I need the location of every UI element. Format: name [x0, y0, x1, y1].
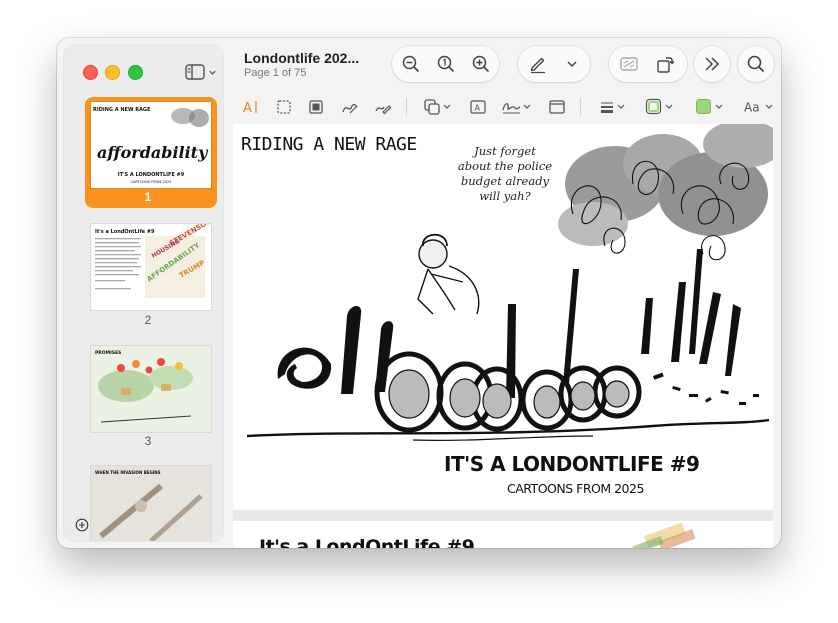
zoom-out-button[interactable] [401, 54, 421, 74]
thumbnail-image: PROMISES [91, 346, 211, 432]
sidebar-icon [185, 64, 205, 80]
cartoon-caption-title: IT'S A LONDONTLIFE #9 [444, 452, 700, 476]
preview-window: RIDING A NEW RAGE affordability IT'S A L… [57, 38, 781, 548]
svg-text:RIDING A NEW RAGE: RIDING A NEW RAGE [93, 107, 151, 113]
line-style-icon [601, 102, 625, 113]
plus-circle-icon [75, 518, 89, 532]
search-button[interactable] [746, 54, 766, 74]
toolbar-divider [406, 98, 407, 116]
redact-button [619, 54, 639, 74]
speech-line: will yah? [479, 189, 531, 203]
zoom-in-icon [472, 55, 490, 73]
svg-text:CARTOONS FROM 2025: CARTOONS FROM 2025 [131, 180, 172, 184]
speech-line: about the police [457, 159, 553, 173]
speech-bubble: Just forget about the police budget alre… [445, 144, 565, 204]
note-icon [549, 100, 565, 114]
cartoon-caption-subtitle: CARTOONS FROM 2025 [507, 481, 644, 496]
close-window-button[interactable] [83, 65, 98, 80]
minimize-window-button[interactable] [105, 65, 120, 80]
page-1: RIDING A NEW RAGE Just forget about the … [233, 124, 773, 510]
zoom-in-button[interactable] [471, 54, 491, 74]
thumbnail-page-1[interactable]: RIDING A NEW RAGE affordability IT'S A L… [86, 97, 211, 188]
pen-icon [530, 57, 545, 74]
line-style-menu[interactable] [599, 98, 629, 116]
svg-text:A: A [243, 101, 252, 116]
zoom-out-icon [402, 55, 420, 73]
shapes-icon [424, 99, 451, 115]
rectangular-selection-tool[interactable] [275, 98, 293, 116]
thumbnail-page-number: 3 [144, 434, 152, 448]
cartoon-heading: RIDING A NEW RAGE [241, 134, 417, 155]
thumbnail-page-number: 2 [144, 313, 152, 327]
rotate-button[interactable] [655, 54, 675, 74]
chevron-down-icon [567, 61, 577, 68]
search-controls [738, 46, 774, 82]
thumbnail-image: It's a LondOntLife #9 STEVENSON AFFORDAB… [91, 224, 211, 310]
thumbnail-image: WHEN THE INVASION BEGINS [91, 466, 211, 541]
add-page-button[interactable] [75, 518, 89, 532]
font-icon: Aa [744, 101, 773, 115]
text-cursor-icon: A [243, 101, 257, 116]
more-button[interactable] [702, 54, 722, 74]
markup-toolbar: A A Aa [235, 93, 781, 121]
page-2: It's a LondOntLife #9 [233, 521, 773, 548]
markup-controls [518, 46, 590, 82]
document-view[interactable]: RIDING A NEW RAGE Just forget about the … [233, 124, 773, 548]
svg-text:affordability: affordability [97, 143, 209, 162]
markup-menu-button[interactable] [562, 54, 582, 74]
more-controls [694, 46, 730, 82]
redact-icon [620, 57, 638, 71]
sidebar-toggle-button[interactable] [185, 63, 221, 81]
sketch-icon [342, 103, 358, 114]
thumbnail-page-3[interactable]: PROMISES [86, 341, 211, 432]
svg-text:IT'S A LONDONTLIFE #9: IT'S A LONDONTLIFE #9 [118, 172, 185, 178]
dashed-rectangle-icon [277, 100, 291, 114]
markup-button[interactable] [528, 54, 548, 74]
fill-color-menu[interactable] [695, 98, 725, 116]
thumbnail-page-4[interactable]: WHEN THE INVASION BEGINS [86, 461, 211, 541]
toolbar-divider [580, 98, 581, 116]
sidebar: RIDING A NEW RAGE affordability IT'S A L… [64, 45, 223, 541]
redact-box-icon [309, 100, 323, 114]
shapes-menu[interactable] [423, 98, 453, 116]
sketch-tool[interactable] [341, 98, 359, 116]
text-selection-tool[interactable]: A [242, 98, 260, 116]
search-icon [747, 55, 765, 73]
signature-icon [502, 103, 531, 114]
redact-tool[interactable] [307, 98, 325, 116]
text-box-tool[interactable]: A [469, 98, 487, 116]
signature-menu[interactable] [501, 98, 533, 116]
svg-text:Aa: Aa [744, 101, 760, 115]
word-cloud-fragment [632, 522, 696, 548]
svg-text:PROMISES: PROMISES [95, 350, 121, 356]
page-controls [609, 46, 687, 82]
speech-line: budget already [460, 174, 550, 188]
thumbnail-page-number: 1 [144, 190, 152, 204]
actual-size-button[interactable] [436, 54, 456, 74]
draw-icon [375, 105, 392, 115]
draw-tool[interactable] [374, 98, 392, 116]
note-tool[interactable] [548, 98, 566, 116]
svg-text:A: A [475, 104, 481, 113]
font-menu[interactable]: Aa [743, 98, 775, 116]
actual-size-icon [437, 55, 455, 73]
rotate-icon [657, 57, 675, 73]
zoom-controls [392, 46, 499, 82]
zoom-window-button[interactable] [128, 65, 143, 80]
thumbnail-page-2[interactable]: It's a LondOntLife #9 STEVENSON AFFORDAB… [86, 219, 211, 310]
border-color-icon [645, 98, 673, 115]
page-indicator: Page 1 of 75 [244, 67, 307, 79]
page-2-heading: It's a LondOntLife #9 [259, 536, 475, 548]
speech-line: Just forget [474, 144, 536, 158]
svg-text:It's a LondOntLife #9: It's a LondOntLife #9 [95, 229, 155, 235]
border-color-menu[interactable] [645, 98, 675, 116]
thumbnail-image: RIDING A NEW RAGE affordability IT'S A L… [91, 102, 211, 188]
text-box-icon: A [470, 100, 486, 114]
document-title: Londontlife 202... [244, 50, 360, 66]
svg-text:WHEN THE INVASION BEGINS: WHEN THE INVASION BEGINS [95, 470, 161, 475]
double-chevron-icon [705, 57, 720, 71]
fill-color-icon [696, 99, 723, 114]
chevron-down-icon [209, 70, 216, 75]
